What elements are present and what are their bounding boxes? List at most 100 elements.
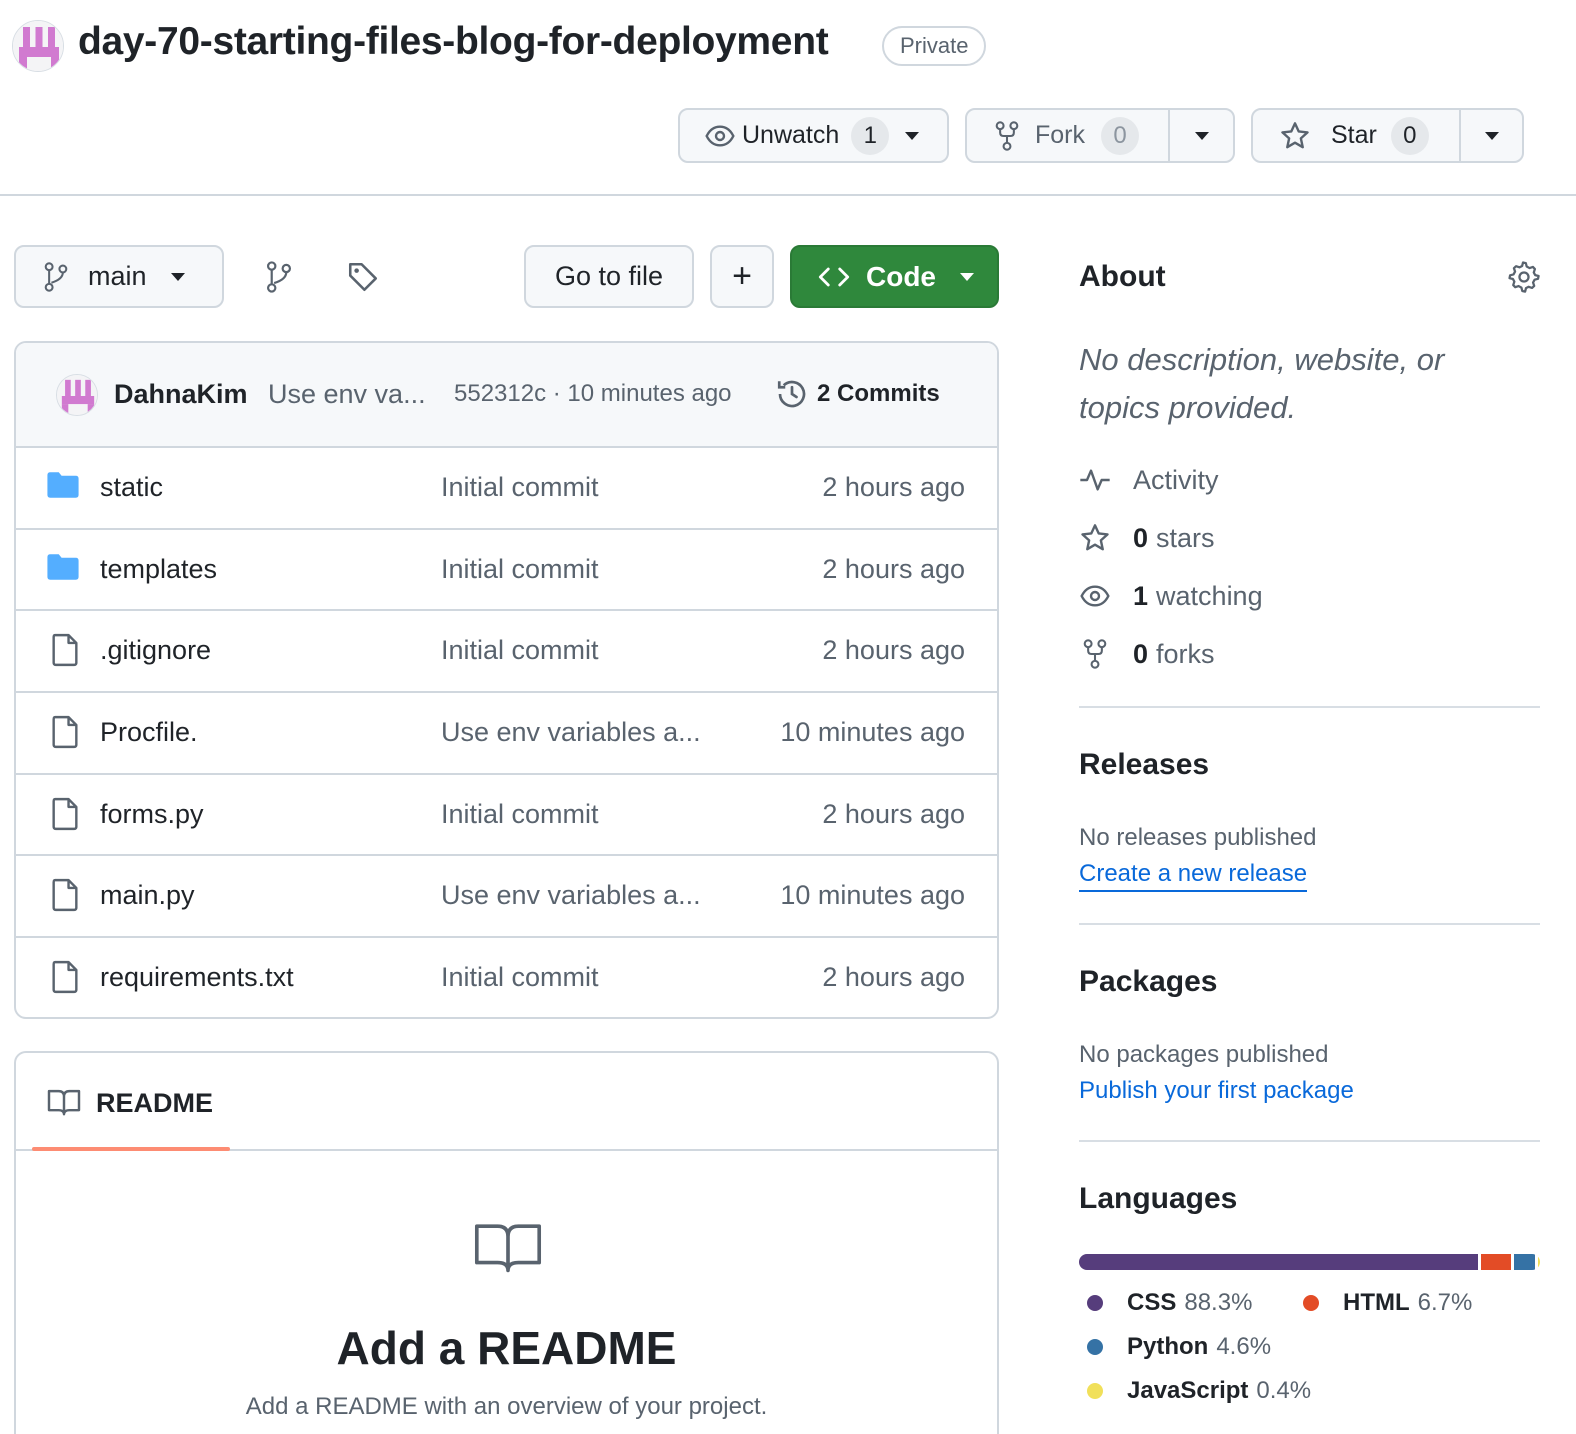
divider: [1079, 1140, 1540, 1142]
file-row[interactable]: main.py Use env variables a... 10 minutes …: [16, 856, 997, 939]
repo-forked-icon: [1079, 638, 1111, 670]
tag-icon[interactable]: [346, 260, 380, 294]
watching-link[interactable]: 1 watching: [1079, 580, 1263, 612]
file-row[interactable]: .gitignore Initial commit 2 hours ago: [16, 611, 997, 694]
star-dropdown[interactable]: [1461, 110, 1522, 161]
file-name[interactable]: forms.py: [100, 799, 204, 830]
add-file-button[interactable]: +: [710, 245, 774, 308]
languages-heading: Languages: [1079, 1182, 1238, 1215]
readme-header: README: [16, 1053, 997, 1151]
language-html[interactable]: HTML 6.7%: [1303, 1289, 1472, 1317]
chevron-down-icon: [960, 272, 974, 281]
code-button[interactable]: Code: [790, 245, 999, 308]
folder-icon: [46, 470, 80, 500]
readme-panel: README Add a README Add a README with an…: [14, 1051, 999, 1434]
branches-icon[interactable]: [264, 260, 294, 294]
stars-link[interactable]: 0 stars: [1079, 522, 1215, 554]
file-name[interactable]: templates: [100, 554, 217, 585]
commit-author[interactable]: DahnaKim: [114, 379, 248, 410]
file-commit-time: 2 hours ago: [822, 472, 965, 502]
fork-button[interactable]: Fork 0: [967, 110, 1168, 161]
create-release-link[interactable]: Create a new release: [1079, 860, 1308, 892]
file-commit-message[interactable]: Use env variables a...: [441, 717, 701, 748]
star-icon: [1279, 120, 1311, 152]
releases-heading[interactable]: Releases: [1079, 748, 1209, 782]
file-name[interactable]: requirements.txt: [100, 962, 294, 993]
chevron-down-icon: [1194, 131, 1209, 140]
language-percent: 0.4%: [1256, 1377, 1312, 1404]
repo-title[interactable]: day-70-starting-files-blog-for-deploymen…: [78, 20, 829, 64]
header-divider: [0, 194, 1576, 196]
about-heading: About: [1079, 260, 1166, 293]
language-bar-segment: [1079, 1254, 1479, 1270]
forks-count: 0: [1133, 638, 1149, 669]
file-icon: [50, 715, 80, 749]
readme-tab[interactable]: README: [96, 1088, 213, 1119]
watching-label: watching: [1156, 580, 1263, 611]
commit-hash-time[interactable]: 552312c · 10 minutes ago: [454, 380, 732, 408]
watching-count: 1: [1133, 580, 1149, 611]
unwatch-button[interactable]: Unwatch 1: [678, 108, 949, 163]
language-percent: 4.6%: [1216, 1333, 1272, 1360]
history-icon: [774, 376, 810, 412]
file-name[interactable]: static: [100, 472, 163, 503]
fork-label: Fork: [1035, 121, 1085, 149]
file-commit-message[interactable]: Initial commit: [441, 962, 599, 993]
folder-icon: [46, 552, 80, 582]
language-python[interactable]: Python 4.6%: [1087, 1333, 1271, 1361]
file-row[interactable]: requirements.txt Initial commit 2 hours ag…: [16, 938, 997, 1017]
fork-dropdown[interactable]: [1170, 110, 1233, 161]
readme-empty-title: Add a README: [336, 1322, 677, 1374]
file-row[interactable]: static Initial commit 2 hours ago: [16, 448, 997, 530]
activity-link[interactable]: Activity: [1079, 464, 1219, 496]
forks-label: forks: [1156, 638, 1215, 669]
chevron-down-icon: [170, 272, 185, 281]
commit-message[interactable]: Use env va...: [268, 379, 426, 410]
file-icon: [50, 633, 80, 667]
file-row[interactable]: Procfile. Use env variables a... 10 minute…: [16, 693, 997, 775]
language-bar-segment: [1538, 1254, 1540, 1270]
language-css[interactable]: CSS 88.3%: [1087, 1289, 1252, 1317]
file-commit-message[interactable]: Initial commit: [441, 554, 599, 585]
forks-link[interactable]: 0 forks: [1079, 638, 1215, 670]
file-name[interactable]: Procfile.: [100, 717, 198, 748]
publish-package-link[interactable]: Publish your first package: [1079, 1077, 1354, 1105]
visibility-badge: Private: [882, 26, 987, 66]
language-javascript[interactable]: JavaScript 0.4%: [1087, 1377, 1311, 1405]
code-label: Code: [866, 260, 936, 292]
chevron-down-icon: [905, 131, 920, 140]
gear-icon[interactable]: [1506, 259, 1540, 293]
book-icon: [46, 1087, 82, 1117]
go-to-file-button[interactable]: Go to file: [524, 245, 694, 308]
stars-count: 0: [1133, 522, 1149, 553]
owner-avatar[interactable]: [12, 20, 64, 72]
language-name: JavaScript: [1127, 1377, 1249, 1404]
branch-selector[interactable]: main: [14, 245, 224, 308]
file-commit-message[interactable]: Initial commit: [441, 472, 599, 503]
author-avatar[interactable]: [56, 374, 98, 416]
star-button-group: Star 0: [1251, 108, 1524, 163]
language-bar-segment: [1481, 1254, 1512, 1270]
about-description: No description, website, or topics provi…: [1079, 342, 1445, 425]
file-commit-message[interactable]: Initial commit: [441, 635, 599, 666]
language-dot: [1087, 1383, 1103, 1399]
divider: [1079, 706, 1540, 708]
language-bar-segment: [1514, 1254, 1536, 1270]
file-icon: [50, 878, 80, 912]
file-commit-message[interactable]: Use env variables a...: [441, 880, 701, 911]
file-commit-time: 2 hours ago: [822, 553, 965, 584]
star-button[interactable]: Star 0: [1253, 110, 1459, 161]
file-commit-time: 2 hours ago: [822, 635, 965, 666]
language-dot: [1303, 1295, 1319, 1311]
file-commit-message[interactable]: Initial commit: [441, 799, 599, 830]
fork-count: 0: [1101, 116, 1139, 155]
file-browser: DahnaKim Use env va... 552312c · 10 minu…: [14, 341, 999, 1019]
commits-link[interactable]: 2 Commits: [817, 380, 940, 408]
packages-heading[interactable]: Packages: [1079, 965, 1217, 999]
latest-commit-bar: DahnaKim Use env va... 552312c · 10 minu…: [16, 343, 997, 448]
file-name[interactable]: .gitignore: [100, 635, 211, 666]
file-row[interactable]: templates Initial commit 2 hours ago: [16, 530, 997, 612]
file-row[interactable]: forms.py Initial commit 2 hours ago: [16, 775, 997, 857]
file-name[interactable]: main.py: [100, 880, 195, 911]
releases-empty: No releases published: [1079, 824, 1317, 851]
